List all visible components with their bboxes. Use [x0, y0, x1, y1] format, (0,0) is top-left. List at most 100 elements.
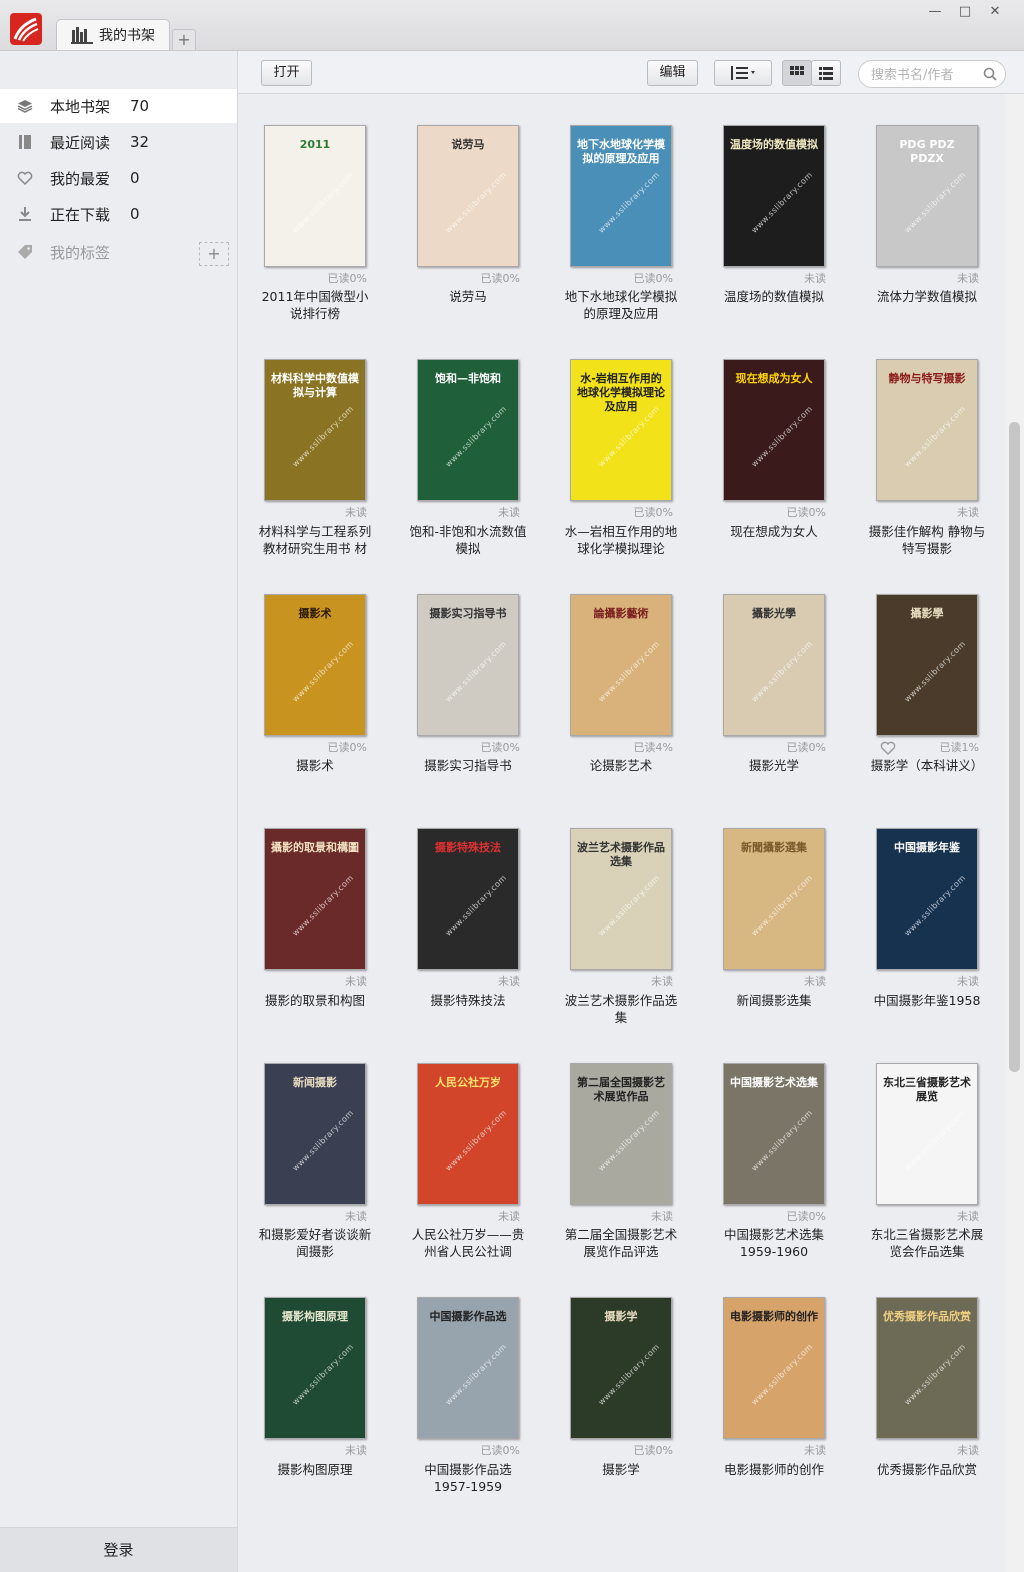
book-item[interactable]: 静物与特写摄影 www.sslibrary.com 未读 摄影佳作解构 静物与特写摄影 — [850, 329, 1003, 564]
add-tag-button[interactable]: + — [199, 242, 229, 266]
book-cover[interactable]: 中国摄影作品选 www.sslibrary.com — [417, 1297, 519, 1439]
book-cover[interactable]: 波兰艺术摄影作品选集 www.sslibrary.com — [570, 828, 672, 970]
book-title[interactable]: 摄影佳作解构 静物与特写摄影 — [868, 523, 986, 557]
book-item[interactable]: 摄影术 www.sslibrary.com 已读0% 摄影术 — [238, 563, 391, 798]
book-item[interactable]: 中国摄影艺术选集 www.sslibrary.com 已读0% 中国摄影艺术选集195… — [697, 1032, 850, 1267]
book-title[interactable]: 中国摄影作品选1957-1959 — [409, 1461, 527, 1495]
book-cover[interactable]: 攝影光學 www.sslibrary.com — [723, 593, 825, 736]
book-item[interactable]: 水-岩相互作用的地球化学模拟理论及应用 www.sslibrary.com 已读0%… — [544, 329, 697, 564]
sidebar-item-downloading[interactable]: 正在下载 0 — [0, 197, 237, 231]
book-cover[interactable]: 温度场的数值模拟 www.sslibrary.com — [723, 124, 825, 267]
book-cover[interactable]: 新聞攝影選集 www.sslibrary.com — [723, 828, 825, 970]
book-cover[interactable]: 論攝影藝術 www.sslibrary.com — [570, 593, 672, 736]
book-title[interactable]: 中国摄影年鉴1958 — [868, 992, 986, 1009]
book-cover[interactable]: 摄影实习指导书 www.sslibrary.com — [417, 593, 519, 736]
book-title[interactable]: 摄影学 — [562, 1461, 680, 1478]
book-item[interactable]: 摄影特殊技法 www.sslibrary.com 未读 摄影特殊技法 — [391, 798, 544, 1033]
close-icon[interactable]: ✕ — [980, 2, 1010, 22]
book-cover[interactable]: 静物与特写摄影 www.sslibrary.com — [876, 359, 978, 501]
book-item[interactable]: 波兰艺术摄影作品选集 www.sslibrary.com 未读 波兰艺术摄影作品选集 — [544, 798, 697, 1033]
book-title[interactable]: 第二届全国摄影艺术展览作品评选 — [562, 1226, 680, 1260]
login-button[interactable]: 登录 — [0, 1527, 237, 1572]
book-item[interactable]: PDG PDZ PDZX www.sslibrary.com 未读 流体力学数值模拟 — [850, 94, 1003, 329]
book-title[interactable]: 电影摄影师的创作 — [715, 1461, 833, 1478]
book-item[interactable]: 中国摄影年鉴 www.sslibrary.com 未读 中国摄影年鉴1958 — [850, 798, 1003, 1033]
book-title[interactable]: 现在想成为女人 — [715, 523, 833, 540]
book-item[interactable]: 人民公社万岁 www.sslibrary.com 未读 人民公社万岁——贵州省人民公社… — [391, 1032, 544, 1267]
book-title[interactable]: 摄影光学 — [715, 757, 833, 774]
book-title[interactable]: 摄影术 — [256, 757, 374, 774]
book-cover[interactable]: 摄影构图原理 www.sslibrary.com — [264, 1297, 366, 1439]
book-cover[interactable]: 地下水地球化学模拟的原理及应用 www.sslibrary.com — [570, 124, 672, 267]
book-cover[interactable]: 人民公社万岁 www.sslibrary.com — [417, 1062, 519, 1205]
book-cover[interactable]: 现在想成为女人 www.sslibrary.com — [723, 359, 825, 501]
book-item[interactable]: 说劳马 www.sslibrary.com 已读0% 说劳马 — [391, 94, 544, 329]
book-title[interactable]: 中国摄影艺术选集1959-1960 — [715, 1226, 833, 1260]
book-cover[interactable]: 水-岩相互作用的地球化学模拟理论及应用 www.sslibrary.com — [570, 359, 672, 501]
book-title[interactable]: 地下水地球化学模拟的原理及应用 — [562, 288, 680, 322]
book-item[interactable]: 新闻摄影 www.sslibrary.com 未读 和摄影爱好者谈谈新闻摄影 — [238, 1032, 391, 1267]
book-title[interactable]: 温度场的数值模拟 — [715, 288, 833, 305]
minimize-icon[interactable]: — — [920, 2, 950, 22]
book-title[interactable]: 东北三省摄影艺术展览会作品选集 — [868, 1226, 986, 1260]
book-cover[interactable]: 中国摄影艺术选集 www.sslibrary.com — [723, 1062, 825, 1205]
book-title[interactable]: 和摄影爱好者谈谈新闻摄影 — [256, 1226, 374, 1260]
book-cover[interactable]: 攝影學 www.sslibrary.com — [876, 593, 978, 736]
book-cover[interactable]: 东北三省摄影艺术展览 www.sslibrary.com — [876, 1062, 978, 1205]
grid-view-button[interactable] — [782, 60, 812, 86]
book-cover[interactable]: 新闻摄影 www.sslibrary.com — [264, 1062, 366, 1205]
book-title[interactable]: 流体力学数值模拟 — [868, 288, 986, 305]
book-cover[interactable]: 饱和—非饱和 www.sslibrary.com — [417, 359, 519, 501]
book-item[interactable]: 攝影光學 www.sslibrary.com 已读0% 摄影光学 — [697, 563, 850, 798]
book-cover[interactable]: 2011 www.sslibrary.com — [264, 124, 366, 267]
book-item[interactable]: 攝影學 www.sslibrary.com 已读1% 摄影学（本科讲义） — [850, 563, 1003, 798]
favorite-heart-icon[interactable] — [880, 740, 896, 756]
book-item[interactable]: 新聞攝影選集 www.sslibrary.com 未读 新闻摄影选集 — [697, 798, 850, 1033]
book-title[interactable]: 水—岩相互作用的地球化学模拟理论 — [562, 523, 680, 557]
open-button[interactable]: 打开 — [261, 60, 312, 86]
book-item[interactable]: 现在想成为女人 www.sslibrary.com 已读0% 现在想成为女人 — [697, 329, 850, 564]
book-title[interactable]: 材料科学与工程系列教材研究生用书 材 — [256, 523, 374, 557]
book-cover[interactable]: 说劳马 www.sslibrary.com — [417, 124, 519, 267]
book-item[interactable]: 饱和—非饱和 www.sslibrary.com 未读 饱和-非饱和水流数值模拟 — [391, 329, 544, 564]
book-title[interactable]: 摄影构图原理 — [256, 1461, 374, 1478]
book-item[interactable]: 温度场的数值模拟 www.sslibrary.com 未读 温度场的数值模拟 — [697, 94, 850, 329]
book-title[interactable]: 说劳马 — [409, 288, 527, 305]
sidebar-item-recent[interactable]: 最近阅读 32 — [0, 125, 237, 159]
book-item[interactable]: 材料科学中数值模拟与计算 www.sslibrary.com 未读 材料科学与工程系列… — [238, 329, 391, 564]
scrollbar[interactable] — [1005, 94, 1024, 1572]
book-title[interactable]: 摄影的取景和构图 — [256, 992, 374, 1009]
book-title[interactable]: 饱和-非饱和水流数值模拟 — [409, 523, 527, 557]
book-title[interactable]: 2011年中国微型小说排行榜 — [256, 288, 374, 322]
book-item[interactable]: 第二届全国摄影艺术展览作品 www.sslibrary.com 未读 第二届全国摄影艺… — [544, 1032, 697, 1267]
new-tab-button[interactable]: + — [172, 29, 196, 50]
book-cover[interactable]: 第二届全国摄影艺术展览作品 www.sslibrary.com — [570, 1062, 672, 1205]
list-view-button[interactable] — [811, 60, 841, 86]
book-cover[interactable]: PDG PDZ PDZX www.sslibrary.com — [876, 124, 978, 267]
book-cover[interactable]: 材料科学中数值模拟与计算 www.sslibrary.com — [264, 359, 366, 501]
search-box[interactable] — [858, 60, 1006, 88]
book-title[interactable]: 论摄影艺术 — [562, 757, 680, 774]
edit-button[interactable]: 编辑 — [647, 60, 698, 86]
book-item[interactable]: 地下水地球化学模拟的原理及应用 www.sslibrary.com 已读0% 地下水地… — [544, 94, 697, 329]
book-item[interactable]: 論攝影藝術 www.sslibrary.com 已读4% 论摄影艺术 — [544, 563, 697, 798]
book-item[interactable]: 摄影学 www.sslibrary.com 已读0% 摄影学 — [544, 1267, 697, 1502]
book-title[interactable]: 优秀摄影作品欣赏 — [868, 1461, 986, 1478]
book-item[interactable]: 摄影实习指导书 www.sslibrary.com 已读0% 摄影实习指导书 — [391, 563, 544, 798]
scrollbar-thumb[interactable] — [1009, 422, 1020, 1072]
book-title[interactable]: 波兰艺术摄影作品选集 — [562, 992, 680, 1026]
book-title[interactable]: 新闻摄影选集 — [715, 992, 833, 1009]
book-item[interactable]: 攝影的取景和構圖 www.sslibrary.com 未读 摄影的取景和构图 — [238, 798, 391, 1033]
book-cover[interactable]: 攝影的取景和構圖 www.sslibrary.com — [264, 828, 366, 970]
search-input[interactable] — [869, 65, 983, 85]
book-item[interactable]: 摄影构图原理 www.sslibrary.com 未读 摄影构图原理 — [238, 1267, 391, 1502]
book-cover[interactable]: 优秀摄影作品欣赏 www.sslibrary.com — [876, 1297, 978, 1439]
book-cover[interactable]: 摄影特殊技法 www.sslibrary.com — [417, 828, 519, 970]
book-title[interactable]: 人民公社万岁——贵州省人民公社调 — [409, 1226, 527, 1260]
book-title[interactable]: 摄影实习指导书 — [409, 757, 527, 774]
book-item[interactable]: 电影摄影师的创作 www.sslibrary.com 未读 电影摄影师的创作 — [697, 1267, 850, 1502]
sidebar-item-tags[interactable]: 我的标签 + — [0, 235, 237, 269]
book-item[interactable]: 东北三省摄影艺术展览 www.sslibrary.com 未读 东北三省摄影艺术展览会… — [850, 1032, 1003, 1267]
sidebar-item-favorites[interactable]: 我的最爱 0 — [0, 161, 237, 195]
sidebar-item-local-shelf[interactable]: 本地书架 70 — [0, 89, 237, 123]
